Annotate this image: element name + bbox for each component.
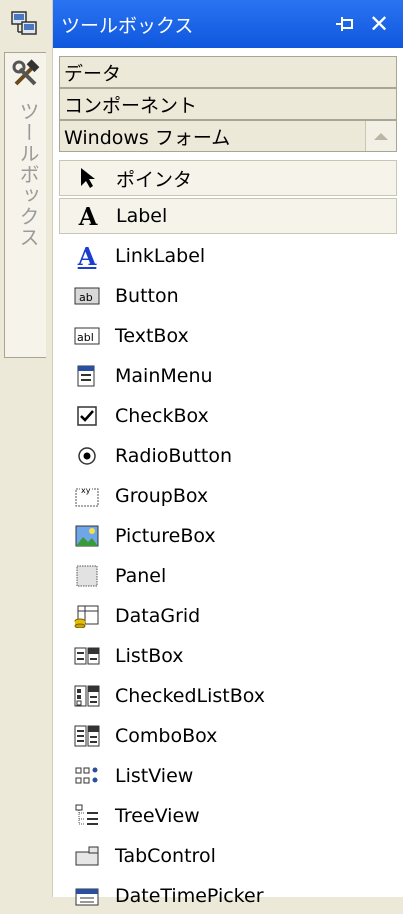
- svg-text:xy: xy: [81, 486, 91, 495]
- toolbox-item-pointer[interactable]: ポインタ: [59, 160, 397, 196]
- category-label: Windows フォーム: [64, 126, 231, 149]
- scroll-up-button[interactable]: [365, 121, 396, 151]
- radiobutton-icon: [73, 442, 101, 470]
- groupbox-icon: xy: [73, 482, 101, 510]
- toolbox-item-linklabel[interactable]: A LinkLabel: [59, 238, 397, 274]
- category-label: データ: [64, 62, 122, 85]
- tabcontrol-icon: [73, 842, 101, 870]
- item-label: Panel: [115, 565, 167, 587]
- server-explorer-icon: [11, 11, 37, 35]
- toolbox-title: ツールボックス: [61, 14, 194, 37]
- toolbox-item-mainmenu[interactable]: MainMenu: [59, 358, 397, 394]
- svg-text:abl: abl: [77, 331, 94, 344]
- toolbox-panel: ツールボックス ✕ データ コンポーネント Windows フォーム ポインタ …: [52, 0, 403, 907]
- close-button[interactable]: ✕: [366, 10, 392, 38]
- item-label: ListBox: [115, 645, 184, 667]
- toolbox-title-bar: ツールボックス ✕: [53, 0, 403, 48]
- category-label: コンポーネント: [64, 94, 198, 117]
- toolbox-side-label: ツールボックス: [16, 101, 40, 248]
- item-label: PictureBox: [115, 525, 216, 547]
- toolbox-item-radiobutton[interactable]: RadioButton: [59, 438, 397, 474]
- item-label: MainMenu: [115, 365, 213, 387]
- listview-icon: [73, 762, 101, 790]
- server-explorer-tab[interactable]: [4, 4, 46, 44]
- item-label: GroupBox: [115, 485, 209, 507]
- toolbox-item-panel[interactable]: Panel: [59, 558, 397, 594]
- item-label: CheckBox: [115, 405, 209, 427]
- toolbox-item-datetimepicker[interactable]: DateTimePicker: [59, 878, 397, 914]
- item-label: LinkLabel: [115, 245, 206, 267]
- toolbox-item-listbox[interactable]: ListBox: [59, 638, 397, 674]
- button-icon: ab: [73, 282, 101, 310]
- datetimepicker-icon: [73, 882, 101, 910]
- item-label: Label: [116, 205, 168, 227]
- item-label: RadioButton: [115, 445, 233, 467]
- svg-text:ab: ab: [79, 291, 93, 304]
- textbox-icon: abl: [73, 322, 101, 350]
- item-label: TabControl: [115, 845, 216, 867]
- toolbox-item-button[interactable]: ab Button: [59, 278, 397, 314]
- item-label: ListView: [115, 765, 194, 787]
- toolbox-item-checkedlistbox[interactable]: CheckedListBox: [59, 678, 397, 714]
- checkedlistbox-icon: [73, 682, 101, 710]
- pointer-arrow-icon: [74, 164, 102, 192]
- toolbox-item-checkbox[interactable]: CheckBox: [59, 398, 397, 434]
- item-label: DataGrid: [115, 605, 201, 627]
- toolbox-item-picturebox[interactable]: PictureBox: [59, 518, 397, 554]
- linklabel-a-icon: A: [77, 241, 97, 271]
- item-label: TreeView: [115, 805, 200, 827]
- picturebox-icon: [73, 522, 101, 550]
- toolbox-item-datagrid[interactable]: DataGrid: [59, 598, 397, 634]
- category-components[interactable]: コンポーネント: [59, 88, 397, 120]
- item-label: Button: [115, 285, 179, 307]
- toolbox-item-combobox[interactable]: ComboBox: [59, 718, 397, 754]
- category-data[interactable]: データ: [59, 56, 397, 88]
- pin-icon[interactable]: [334, 14, 356, 34]
- category-windows-forms[interactable]: Windows フォーム: [59, 120, 397, 152]
- treeview-icon: [73, 802, 101, 830]
- mainmenu-icon: [73, 362, 101, 390]
- item-label: ComboBox: [115, 725, 218, 747]
- toolbox-item-treeview[interactable]: TreeView: [59, 798, 397, 834]
- toolbox-item-listview[interactable]: ListView: [59, 758, 397, 794]
- label-a-icon: A: [78, 201, 98, 231]
- item-label: DateTimePicker: [115, 885, 264, 907]
- hammer-wrench-icon: [12, 59, 40, 86]
- item-label: TextBox: [115, 325, 189, 347]
- scroll-up-arrow-icon: [374, 132, 388, 140]
- toolbox-item-textbox[interactable]: abl TextBox: [59, 318, 397, 354]
- toolbox-item-label[interactable]: A Label: [59, 198, 397, 234]
- toolbox-item-groupbox[interactable]: xy GroupBox: [59, 478, 397, 514]
- toolbox-side-tab[interactable]: ツールボックス: [4, 52, 46, 358]
- panel-icon: [73, 562, 101, 590]
- toolbox-item-list: ポインタ A Label A LinkLabel ab Button abl T…: [59, 158, 397, 907]
- toolbox-item-tabcontrol[interactable]: TabControl: [59, 838, 397, 874]
- datagrid-icon: [73, 602, 101, 630]
- item-label: CheckedListBox: [115, 685, 266, 707]
- item-label: ポインタ: [116, 168, 193, 191]
- listbox-icon: [73, 642, 101, 670]
- checkbox-icon: [73, 402, 101, 430]
- combobox-icon: [73, 722, 101, 750]
- side-tab-strip: ツールボックス: [0, 0, 50, 897]
